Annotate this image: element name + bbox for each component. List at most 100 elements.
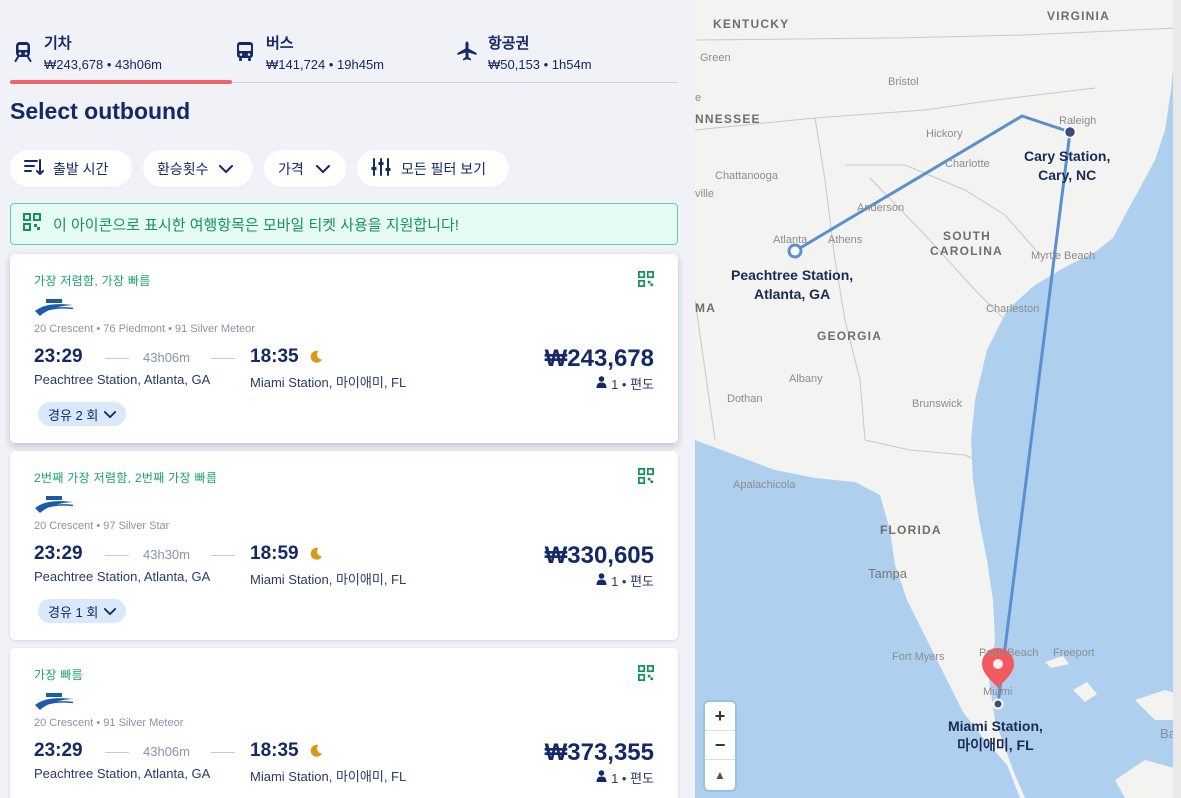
departure-time-sort-button[interactable]: 출발 시간 [10,150,132,187]
train-numbers: 20 Crescent • 91 Silver Meteor [34,717,184,729]
amtrak-logo-icon [34,299,74,322]
person-icon [596,770,607,785]
bus-icon [234,40,256,62]
divider [211,752,235,753]
map-state-label: GEORGIA [817,329,883,343]
chevron-down-icon [315,161,330,177]
stops-toggle[interactable]: 경유 1 회 [38,599,127,623]
map-city-label: Hickory [926,128,963,140]
plane-icon [456,40,478,62]
train-numbers: 20 Crescent • 97 Silver Star [34,520,170,532]
price: ₩330,605 [544,542,654,569]
amtrak-logo-icon [34,496,74,519]
map-state-label: VIRGINIA [1047,9,1110,23]
passenger-text: 1 • 편도 [611,377,654,392]
tab-bus[interactable]: 버스 ₩141,724 • 19h45m [232,0,454,83]
sort-icon [24,158,44,179]
map-zoom-controls: + − ▲ [705,702,735,790]
sliders-icon [371,158,391,179]
tab-flight[interactable]: 항공권 ₩50,153 • 1h54m [454,0,676,83]
tab-train[interactable]: 기차 ₩243,678 • 43h06m [10,0,232,84]
train-numbers: 20 Crescent • 76 Piedmont • 91 Silver Me… [34,323,256,335]
map-city-label: Albany [789,373,823,385]
origin-station: Peachtree Station, Atlanta, GA [34,766,211,781]
zoom-in-button[interactable]: + [705,702,735,731]
divider [105,555,129,556]
transfers-filter-dropdown[interactable]: 환승횟수 [143,150,253,187]
departure-time: 23:29 [34,543,83,564]
divider [211,555,235,556]
stops-toggle[interactable]: 경유 2 회 [38,402,127,426]
map-station-label-atlanta: Peachtree Station, Atlanta, GA [731,266,853,304]
person-icon [596,573,607,588]
route-map[interactable]: KENTUCKY VIRGINIA NNESSEE SOUTH CAROLINA… [695,0,1181,798]
origin-station: Peachtree Station, Atlanta, GA [34,569,211,584]
divider [105,358,129,359]
price-label: 가격 [278,160,304,177]
results-panel: 기차 ₩243,678 • 43h06m 버스 ₩141,724 • 19h45… [0,0,695,798]
passenger-info: 1 • 편도 [596,768,654,787]
stops-label: 경유 1 회 [48,604,99,620]
moon-icon [310,547,323,565]
arrival-time: 18:35 [250,740,299,761]
station-name-line: Cary, NC [1038,167,1097,183]
compass-reset-button[interactable]: ▲ [705,760,735,789]
map-state-label: FLORIDA [880,523,942,537]
origin-station: Peachtree Station, Atlanta, GA [34,372,211,387]
duration: 43h06m [143,350,190,365]
zoom-out-button[interactable]: − [705,731,735,760]
departure-time: 23:29 [34,346,83,367]
destination-station: Miami Station, 마이애미, FL [250,769,407,784]
scrollbar[interactable] [1173,0,1181,798]
passenger-text: 1 • 편도 [611,574,654,589]
map-city-label: Atlanta [773,234,808,246]
result-tag: 가장 저렴함, 가장 빠름 [34,274,151,288]
mobile-ticket-banner-text: 이 아이콘으로 표시한 여행항목은 모바일 티켓 사용을 지원합니다! [53,216,459,234]
page-title: Select outbound [10,98,191,124]
result-card[interactable]: 가장 저렴함, 가장 빠름 20 Crescent • 76 Piedmont … [10,254,678,443]
map-city-label: ville [695,188,714,200]
transfer-marker [1063,125,1077,139]
map-city-label: e [695,92,702,104]
mobile-ticket-banner: 이 아이콘으로 표시한 여행항목은 모바일 티켓 사용을 지원합니다! [10,203,678,245]
duration: 43h30m [143,547,190,562]
chevron-down-icon [104,407,117,422]
destination-station: Miami Station, 마이애미, FL [250,375,407,390]
price-filter-dropdown[interactable]: 가격 [264,150,346,187]
station-name-line: Miami Station, [948,718,1043,734]
map-city-label: Apalachicola [733,479,796,491]
tab-flight-label: 항공권 [488,35,530,52]
map-city-label: Brunswick [912,398,963,410]
map-city-label: Fort Myers [892,651,945,663]
map-state-label: MA [695,301,717,315]
station-name-line: 마이애미, FL [957,737,1034,753]
stops-label: 경유 2 회 [48,407,99,423]
map-city-label: Tampa [868,566,908,581]
result-card[interactable]: 가장 빠름 20 Crescent • 91 Silver Meteor 23:… [10,648,678,798]
qr-code-icon [23,213,41,235]
all-filters-button[interactable]: 모든 필터 보기 [357,150,509,187]
departure-time: 23:29 [34,740,83,761]
result-tag: 2번째 가장 저렴함, 2번째 가장 빠름 [34,471,218,485]
amtrak-logo-icon [34,693,74,716]
price: ₩373,355 [544,739,654,766]
person-icon [596,376,607,391]
map-city-label: Dothan [727,393,763,405]
passenger-info: 1 • 편도 [596,374,654,393]
chevron-down-icon [104,604,117,619]
qr-code-icon [638,468,654,489]
result-tag: 가장 빠름 [34,668,83,682]
moon-icon [310,350,323,368]
qr-code-icon [638,665,654,686]
map-city-label: Raleigh [1059,115,1097,127]
departure-time-label: 출발 시간 [53,160,109,177]
map-city-label: Anderson [857,202,905,214]
transfers-label: 환승횟수 [157,160,209,177]
destination-station: Miami Station, 마이애미, FL [250,572,407,587]
tab-flight-summary: ₩50,153 • 1h54m [488,57,592,72]
passenger-text: 1 • 편도 [611,771,654,786]
result-card[interactable]: 2번째 가장 저렴함, 2번째 가장 빠름 20 Crescent • 97 S… [10,451,678,640]
all-filters-label: 모든 필터 보기 [401,160,487,177]
tab-bus-summary: ₩141,724 • 19h45m [266,57,385,72]
transport-tabs: 기차 ₩243,678 • 43h06m 버스 ₩141,724 • 19h45… [10,0,678,84]
